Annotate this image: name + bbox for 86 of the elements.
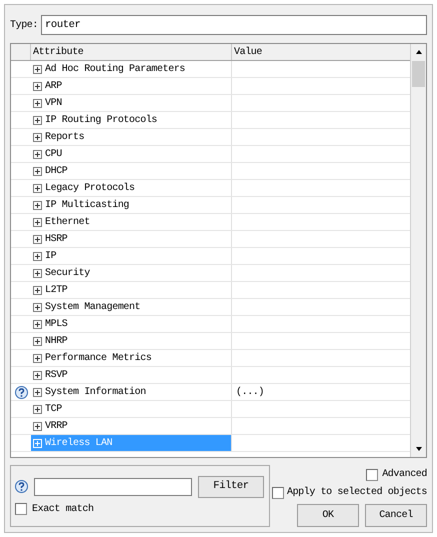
expand-icon[interactable] xyxy=(33,252,42,260)
checkbox[interactable] xyxy=(272,486,284,498)
expand-icon[interactable] xyxy=(33,404,42,414)
attribute-label: L2TP xyxy=(45,284,68,298)
help-icon xyxy=(15,480,28,493)
value-cell-text: (...) xyxy=(236,386,264,400)
type-label: Type: xyxy=(10,18,38,32)
dialog-button[interactable]: OK xyxy=(297,504,359,527)
expand-icon[interactable] xyxy=(33,268,42,278)
attribute-label: CPU xyxy=(45,148,62,162)
expand-icon[interactable] xyxy=(33,64,42,74)
exact-match-label: Exact match xyxy=(32,502,94,516)
attribute-label: Wireless LAN xyxy=(45,436,112,450)
expand-icon[interactable] xyxy=(33,388,42,396)
checkbox[interactable] xyxy=(15,503,27,515)
attribute-cell[interactable]: Performance Metrics xyxy=(31,350,232,366)
filter-field[interactable] xyxy=(34,478,192,496)
attribute-label: VRRP xyxy=(45,420,68,434)
expand-icon[interactable] xyxy=(33,82,42,90)
expand-icon[interactable] xyxy=(33,98,42,108)
attribute-cell[interactable]: RSVP xyxy=(31,367,232,383)
attribute-label: IP Routing Protocols xyxy=(45,114,158,128)
attribute-label: NHRP xyxy=(45,334,68,348)
attribute-label: Performance Metrics xyxy=(45,352,152,366)
attribute-label: MPLS xyxy=(45,318,68,332)
expand-icon[interactable] xyxy=(33,302,42,312)
scrollbar[interactable] xyxy=(410,44,426,457)
expand-icon[interactable] xyxy=(33,150,42,158)
column-header[interactable]: Value xyxy=(232,44,410,60)
attribute-label: Legacy Protocols xyxy=(45,182,135,196)
expand-icon[interactable] xyxy=(33,116,42,124)
expand-icon[interactable] xyxy=(33,336,42,346)
attribute-label: Ad Hoc Routing Parameters xyxy=(45,62,186,76)
expand-icon[interactable] xyxy=(33,234,42,244)
attribute-cell[interactable]: System Information xyxy=(31,384,232,400)
filter-button[interactable]: Filter xyxy=(198,476,264,498)
attribute-cell[interactable]: NHRP xyxy=(31,333,232,349)
attribute-cell[interactable]: IP xyxy=(31,248,232,264)
attribute-label: DHCP xyxy=(45,164,68,178)
attribute-label: Ethernet xyxy=(45,216,90,230)
advanced-label: Advanced xyxy=(382,468,427,482)
expand-icon[interactable] xyxy=(33,370,42,380)
attribute-label: IP Multicasting xyxy=(45,198,130,212)
attribute-cell[interactable]: L2TP xyxy=(31,282,232,298)
attribute-label: TCP xyxy=(45,402,62,416)
apply-label: Apply to selected objects xyxy=(286,486,427,500)
attribute-cell[interactable]: VRRP xyxy=(31,418,232,434)
checkbox[interactable] xyxy=(366,468,378,480)
dialog-button[interactable]: Cancel xyxy=(365,504,427,527)
expand-icon[interactable] xyxy=(33,200,42,210)
attribute-cell[interactable]: DHCP xyxy=(31,163,232,179)
expand-icon[interactable] xyxy=(33,354,42,362)
expand-icon[interactable] xyxy=(33,184,42,192)
attribute-cell[interactable]: HSRP xyxy=(31,231,232,247)
attribute-cell[interactable]: IP Multicasting xyxy=(31,197,232,213)
attribute-cell[interactable]: System Management xyxy=(31,299,232,315)
attribute-label: RSVP xyxy=(45,368,68,382)
help-icon xyxy=(14,386,28,398)
expand-icon[interactable] xyxy=(33,286,42,294)
attribute-cell[interactable]: Ad Hoc Routing Parameters xyxy=(31,61,232,77)
attribute-label: HSRP xyxy=(45,232,68,246)
attribute-cell[interactable]: Security xyxy=(31,265,232,281)
type-field[interactable]: router xyxy=(41,15,427,35)
attribute-cell[interactable]: ARP xyxy=(31,78,232,94)
attribute-cell[interactable]: MPLS xyxy=(31,316,232,332)
attribute-cell[interactable]: Ethernet xyxy=(31,214,232,230)
column-header[interactable]: Attribute xyxy=(31,44,232,60)
attribute-label: IP xyxy=(45,250,56,264)
attribute-cell[interactable]: Reports xyxy=(31,129,232,145)
expand-icon[interactable] xyxy=(33,218,42,226)
attribute-label: Security xyxy=(45,266,90,280)
attribute-cell[interactable]: Legacy Protocols xyxy=(31,180,232,196)
attribute-label: Reports xyxy=(45,130,84,144)
attribute-label: System Information xyxy=(45,386,146,400)
attribute-cell[interactable]: TCP xyxy=(31,401,232,417)
scroll-thumb[interactable] xyxy=(412,61,425,87)
attribute-label: System Management xyxy=(45,300,140,314)
attribute-label: VPN xyxy=(45,96,62,110)
expand-icon[interactable] xyxy=(33,166,42,176)
attribute-cell[interactable]: IP Routing Protocols xyxy=(31,112,232,128)
attribute-label: ARP xyxy=(45,80,62,94)
expand-icon[interactable] xyxy=(33,132,42,142)
attribute-cell[interactable]: VPN xyxy=(31,95,232,111)
expand-icon[interactable] xyxy=(33,320,42,328)
attribute-cell[interactable]: CPU xyxy=(31,146,232,162)
expand-icon[interactable] xyxy=(33,422,42,430)
